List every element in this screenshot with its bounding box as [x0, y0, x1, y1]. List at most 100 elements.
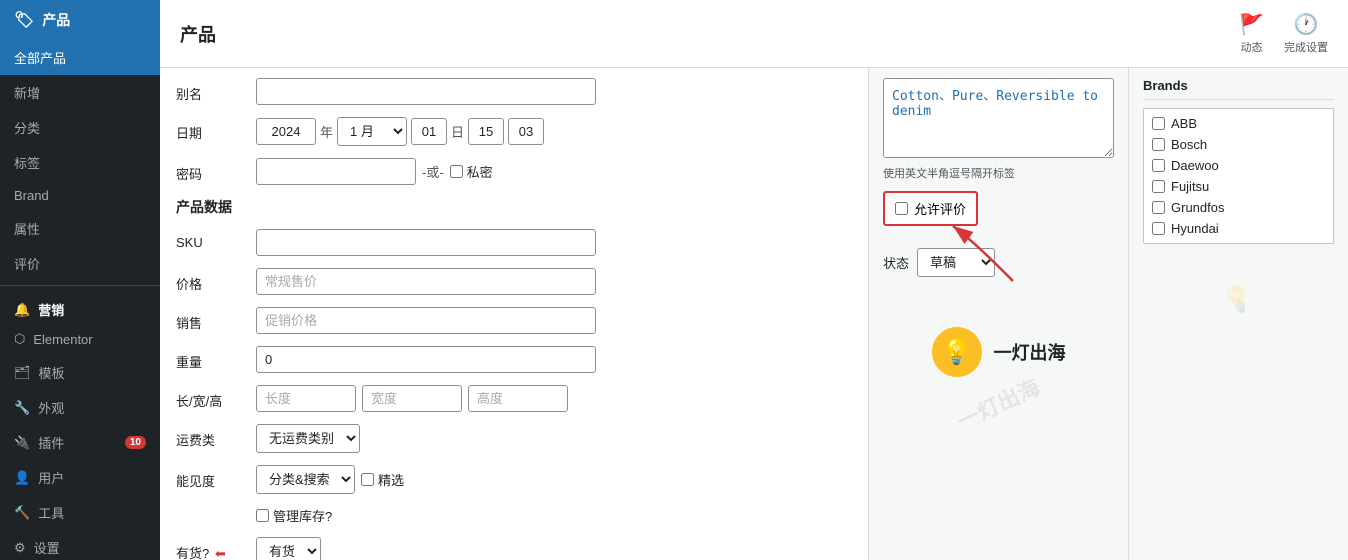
flag-icon: 🚩: [1239, 12, 1264, 37]
height-input[interactable]: [468, 385, 568, 412]
elementor-icon: ⬡: [14, 331, 25, 347]
sidebar-item-label: 新增: [14, 83, 40, 102]
status-row: 状态 草稿 已发布 私密: [883, 248, 1114, 277]
middle-column: Cotton、Pure、Reversible to denim 使用英文半角逗号…: [868, 68, 1128, 560]
right-watermark-section: 💡: [1143, 284, 1334, 315]
sale-field: [256, 307, 852, 334]
form-column: 别名 日期 年 1 月2 月3 月4 月 5 月6 月7 月8 月 9 月10 …: [160, 68, 868, 560]
manage-stock-checkbox[interactable]: [256, 509, 269, 522]
sale-input[interactable]: [256, 307, 596, 334]
visibility-label: 能见度: [176, 465, 246, 490]
sidebar-item-reviews[interactable]: 评价: [0, 246, 160, 281]
featured-checkbox-label[interactable]: 精选: [361, 470, 404, 489]
private-checkbox[interactable]: [450, 165, 463, 178]
sidebar-item-add-new[interactable]: 新增: [0, 75, 160, 110]
brand-item-hyundai[interactable]: Hyundai: [1144, 218, 1333, 239]
lightbulb-section: 💡 一灯出海: [932, 327, 1066, 377]
main-content: 产品 🚩 动态 🕐 完成设置 别名 日期: [160, 0, 1348, 560]
alias-input[interactable]: [256, 78, 596, 105]
private-label: 私密: [467, 162, 493, 181]
sidebar-item-appearance[interactable]: 🔧 外观: [0, 390, 160, 425]
allow-review-checkbox[interactable]: [895, 202, 908, 215]
brand-label-abb: ABB: [1171, 116, 1197, 131]
tags-input[interactable]: Cotton、Pure、Reversible to denim: [883, 78, 1114, 158]
activity-button[interactable]: 🚩 动态: [1239, 12, 1264, 55]
lightbulb-text: 一灯出海: [994, 339, 1066, 365]
sidebar-item-plugins[interactable]: 🔌 插件 10: [0, 425, 160, 460]
private-checkbox-label[interactable]: 私密: [450, 162, 493, 181]
page-header: 产品 🚩 动态 🕐 完成设置: [160, 0, 1348, 68]
alias-row: 别名: [176, 78, 852, 105]
settings-icon: ⚙: [14, 540, 26, 556]
brand-checkbox-grundfos[interactable]: [1152, 201, 1165, 214]
brand-checkbox-abb[interactable]: [1152, 117, 1165, 130]
manage-stock-field: 管理库存?: [256, 506, 852, 525]
manage-stock-checkbox-label[interactable]: 管理库存?: [256, 506, 332, 525]
sidebar-item-label: 外观: [38, 398, 64, 417]
sidebar-item-tags[interactable]: 标签: [0, 145, 160, 180]
status-select[interactable]: 草稿 已发布 私密: [917, 248, 995, 277]
in-stock-select[interactable]: 有货 无货 预购: [256, 537, 321, 560]
day-suffix: 日: [451, 122, 464, 141]
brand-checkbox-daewoo[interactable]: [1152, 159, 1165, 172]
sidebar-item-attributes[interactable]: 属性: [0, 211, 160, 246]
date-field: 年 1 月2 月3 月4 月 5 月6 月7 月8 月 9 月10 月11 月1…: [256, 117, 852, 146]
sidebar-item-label: 设置: [34, 538, 60, 557]
password-or: -或-: [422, 162, 444, 181]
minute-input[interactable]: [508, 118, 544, 145]
hour-input[interactable]: [468, 118, 504, 145]
sidebar-item-category[interactable]: 分类: [0, 110, 160, 145]
shipping-select[interactable]: 无运费类别: [256, 424, 360, 453]
sidebar-item-all-products[interactable]: 全部产品: [0, 40, 160, 75]
length-input[interactable]: [256, 385, 356, 412]
year-input[interactable]: [256, 118, 316, 145]
status-label: 状态: [883, 253, 909, 272]
brand-label-hyundai: Hyundai: [1171, 221, 1219, 236]
sidebar-item-settings[interactable]: ⚙ 设置: [0, 530, 160, 560]
sidebar-item-elementor[interactable]: ⬡ Elementor: [0, 323, 160, 355]
brand-checkbox-hyundai[interactable]: [1152, 222, 1165, 235]
sidebar-item-label: Brand: [14, 188, 49, 203]
brand-checkbox-bosch[interactable]: [1152, 138, 1165, 151]
manage-stock-row: 管理库存?: [176, 506, 852, 525]
brand-label-grundfos: Grundfos: [1171, 200, 1224, 215]
sidebar-item-label: 插件: [38, 433, 64, 452]
tags-hint: 使用英文半角逗号隔开标签: [883, 165, 1114, 181]
visibility-select[interactable]: 分类&搜索 仅分类 仅搜索 隐藏: [256, 465, 355, 494]
brand-item-bosch[interactable]: Bosch: [1144, 134, 1333, 155]
allow-review-label: 允许评价: [914, 199, 966, 218]
activity-label: 动态: [1241, 39, 1263, 55]
brand-label-daewoo: Daewoo: [1171, 158, 1219, 173]
brand-item-grundfos[interactable]: Grundfos: [1144, 197, 1333, 218]
sidebar-item-marketing[interactable]: 🔔 营销: [0, 290, 160, 323]
sidebar-item-tools[interactable]: 🔨 工具: [0, 495, 160, 530]
day-input[interactable]: [411, 118, 447, 145]
tags-section: Cotton、Pure、Reversible to denim 使用英文半角逗号…: [883, 78, 1114, 181]
sidebar-item-label: 工具: [38, 503, 64, 522]
brand-item-daewoo[interactable]: Daewoo: [1144, 155, 1333, 176]
brand-checkbox-fujitsu[interactable]: [1152, 180, 1165, 193]
password-input[interactable]: [256, 158, 416, 185]
finish-setup-label: 完成设置: [1284, 39, 1328, 55]
sidebar-item-templates[interactable]: 🗂 模板: [0, 355, 160, 390]
product-data-title: 产品数据: [176, 197, 852, 217]
width-input[interactable]: [362, 385, 462, 412]
clock-icon: 🕐: [1294, 12, 1319, 37]
weight-input[interactable]: [256, 346, 596, 373]
visibility-row: 能见度 分类&搜索 仅分类 仅搜索 隐藏 精选: [176, 465, 852, 494]
sidebar-item-brand[interactable]: Brand: [0, 180, 160, 211]
visibility-field: 分类&搜索 仅分类 仅搜索 隐藏 精选: [256, 465, 852, 494]
sidebar-item-users[interactable]: 👤 用户: [0, 460, 160, 495]
brand-item-fujitsu[interactable]: Fujitsu: [1144, 176, 1333, 197]
sidebar-header: 🏷 产品: [0, 0, 160, 40]
sidebar-item-label: 全部产品: [14, 48, 66, 67]
dimensions-row: 长/宽/高: [176, 385, 852, 412]
sidebar-item-label: 模板: [39, 363, 65, 382]
price-input[interactable]: [256, 268, 596, 295]
sku-input[interactable]: [256, 229, 596, 256]
featured-checkbox[interactable]: [361, 473, 374, 486]
month-select[interactable]: 1 月2 月3 月4 月 5 月6 月7 月8 月 9 月10 月11 月12 …: [337, 117, 407, 146]
brand-item-abb[interactable]: ABB: [1144, 113, 1333, 134]
sku-field: [256, 229, 852, 256]
finish-setup-button[interactable]: 🕐 完成设置: [1284, 12, 1328, 55]
